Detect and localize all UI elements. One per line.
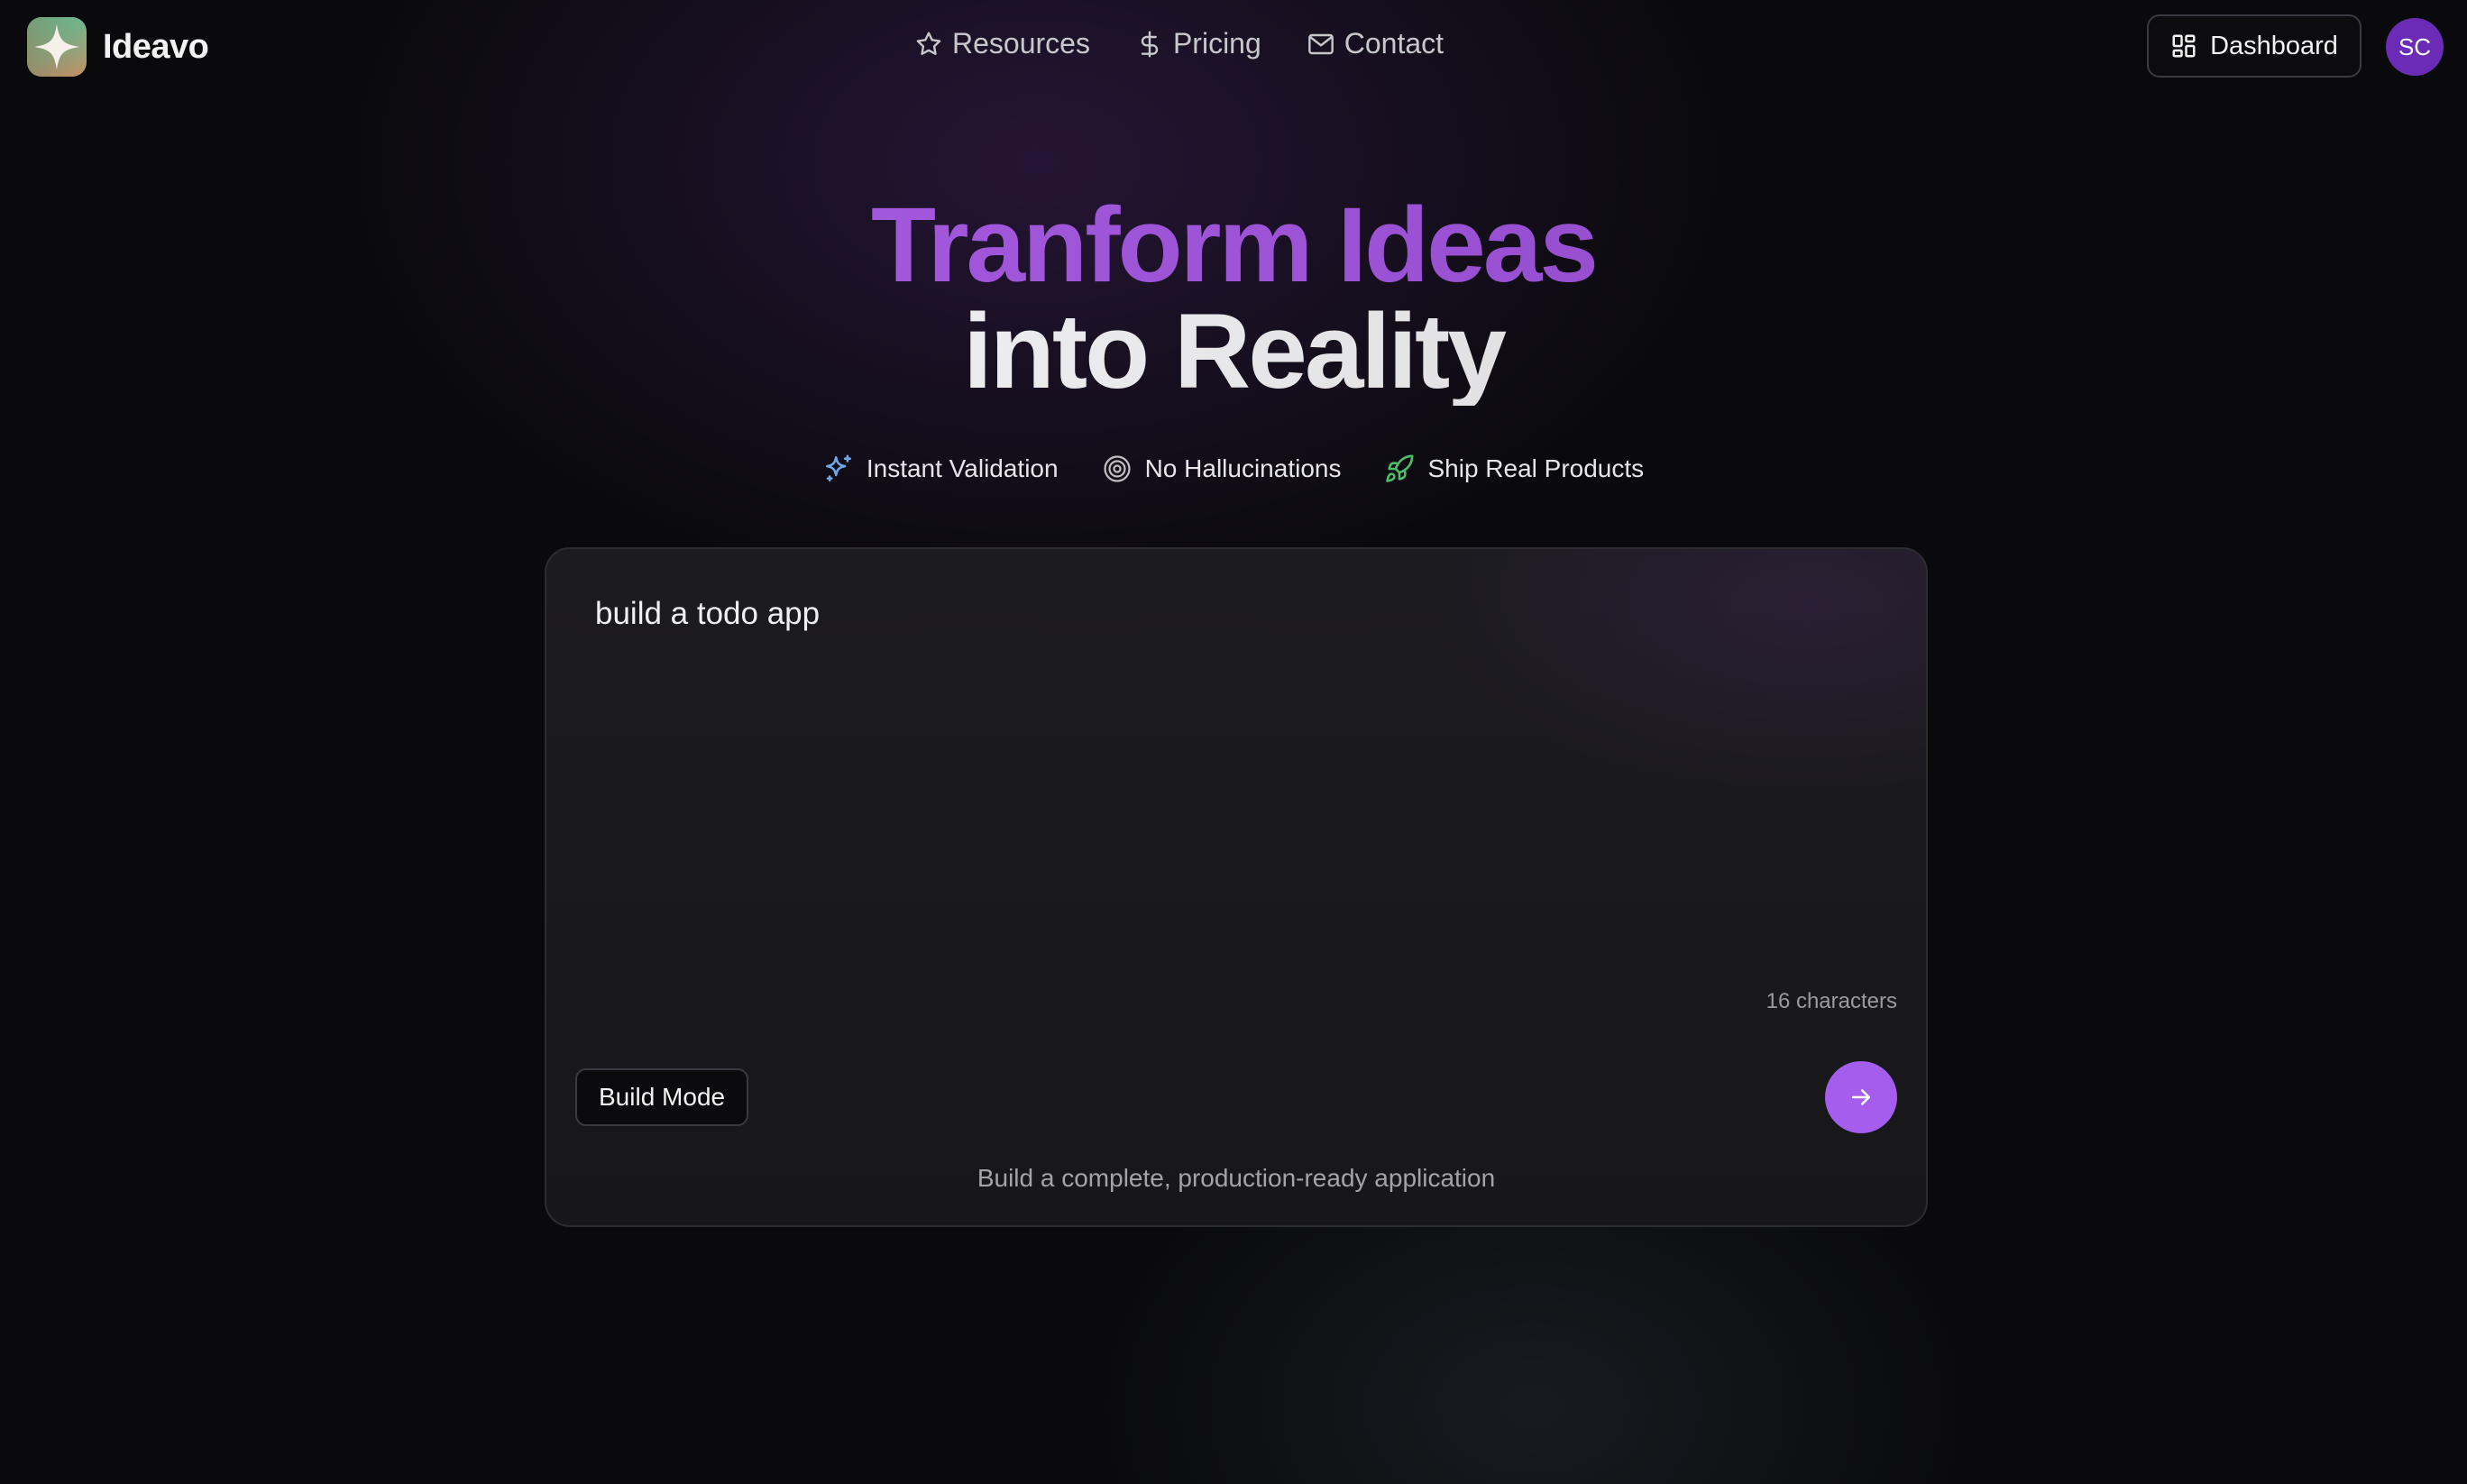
sparkle-icon [825,454,851,482]
main-nav: Resources Pricing Contact [914,27,1444,60]
character-count: 16 characters [1765,989,1897,1013]
nav-pricing-label: Pricing [1172,27,1261,60]
prompt-input[interactable]: build a todo app [595,596,820,632]
feature-label: No Hallucinations [1144,454,1342,482]
hero-title-line1: Tranform Ideas [0,191,2467,299]
nav-contact-label: Contact [1344,27,1444,60]
build-mode-button[interactable]: Build Mode [575,1068,749,1126]
hero-title-line2: into Reality [0,298,2467,406]
dashboard-icon [2172,34,2196,58]
feature-no-hallucinations: No Hallucinations [1102,453,1342,484]
prompt-card: build a todo app 16 characters Build Mod… [545,547,1928,1227]
mail-icon [1307,33,1334,54]
nav-pricing[interactable]: Pricing [1135,27,1261,60]
nav-resources-label: Resources [952,27,1090,60]
submit-button[interactable] [1825,1061,1897,1133]
feature-label: Ship Real Products [1427,454,1645,482]
feature-instant-validation: Instant Validation [823,453,1059,484]
dollar-icon [1141,30,1159,58]
nav-contact[interactable]: Contact [1307,27,1444,60]
nav-resources[interactable]: Resources [914,27,1090,60]
rocket-icon [1386,454,1414,482]
feature-list: Instant Validation No Hallucinations Shi… [0,453,2467,484]
logo-icon [27,17,87,77]
user-avatar[interactable]: SC [2386,18,2444,76]
brand[interactable]: Ideavo [27,17,209,77]
feature-ship-real-products: Ship Real Products [1384,453,1644,484]
star-icon [916,32,941,55]
arrow-right-icon [1852,1089,1870,1105]
feature-label: Instant Validation [866,454,1059,482]
hero: Tranform Ideas into Reality [0,191,2467,406]
mode-description: Build a complete, production-ready appli… [977,1164,1496,1192]
target-icon [1103,455,1131,482]
brand-name: Ideavo [103,27,209,66]
dashboard-button-label: Dashboard [2210,31,2338,60]
dashboard-button[interactable]: Dashboard [2147,14,2362,78]
